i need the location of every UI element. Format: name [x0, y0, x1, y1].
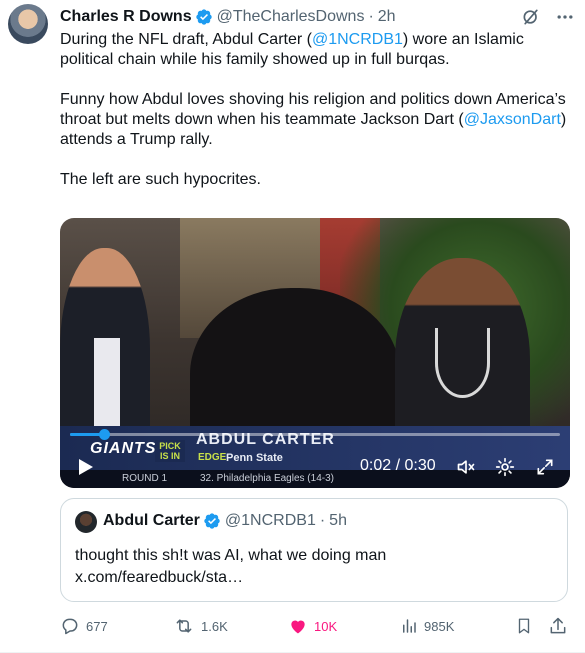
avatar[interactable] [8, 4, 48, 44]
quoted-author-name: Abdul Carter [103, 512, 200, 529]
play-icon[interactable] [78, 458, 94, 476]
quoted-timestamp: 5h [329, 512, 347, 529]
more-icon[interactable] [555, 7, 575, 27]
repost-count: 1.6K [201, 618, 228, 634]
separator: · [319, 512, 326, 529]
quoted-avatar[interactable] [75, 511, 97, 533]
tweet[interactable]: Charles R Downs @TheCharlesDowns · 2h Du… [0, 0, 585, 653]
like-button[interactable]: 10K [288, 616, 337, 636]
volume-icon[interactable] [455, 457, 477, 482]
ticker-round: ROUND 1 [122, 473, 168, 484]
quoted-text: thought this sh!t was AI, what we doing … [75, 547, 387, 586]
video-chain [435, 328, 490, 398]
video-timecode: 0:02 / 0:30 [360, 457, 436, 474]
ticker-next-pick: 32. Philadelphia Eagles (14-3) [200, 473, 334, 484]
tweet-paragraph-1: During the NFL draft, Abdul Carter (@1NC… [60, 31, 524, 68]
header-actions [521, 6, 575, 28]
like-count: 10K [314, 618, 338, 634]
quoted-tweet[interactable]: Abdul Carter @1NCRDB1 · 5h thought this … [60, 498, 568, 602]
tweet-paragraph-2: Funny how Abdul loves shoving his religi… [60, 91, 567, 148]
separator: · [368, 8, 374, 25]
fullscreen-icon[interactable] [535, 457, 555, 482]
reply-count: 677 [86, 618, 108, 634]
tweet-header: Charles R Downs @TheCharlesDowns · 2h [60, 6, 575, 28]
repost-icon [176, 619, 192, 633]
reply-icon [62, 618, 78, 635]
video-player[interactable]: GIANTS PICK IS IN ABDUL CARTER EDGE Penn… [60, 218, 570, 488]
views-button[interactable]: 985K [400, 616, 454, 636]
settings-icon[interactable] [495, 457, 515, 482]
verified-icon [195, 8, 213, 26]
quoted-header: Abdul Carter @1NCRDB1 · 5h [103, 512, 347, 530]
player-position: EDGE [198, 452, 227, 463]
quoted-author-handle: @1NCRDB1 [224, 512, 316, 529]
mention-link[interactable]: @JaxsonDart [464, 111, 561, 128]
repost-button[interactable]: 1.6K [173, 616, 228, 636]
mention-link[interactable]: @1NCRDB1 [312, 31, 403, 48]
pick-badge: PICK IS IN [155, 440, 185, 462]
draft-ticker: ROUND 1 32. Philadelphia Eagles (14-3) [60, 470, 570, 488]
bookmark-icon [518, 618, 530, 634]
tweet-text: During the NFL draft, Abdul Carter (@1NC… [60, 30, 575, 190]
player-school: Penn State [226, 452, 283, 464]
verified-icon [203, 512, 221, 530]
team-name: GIANTS [90, 440, 157, 457]
grok-icon[interactable] [521, 7, 541, 27]
tweet-paragraph-3: The left are such hypocrites. [60, 171, 261, 188]
action-bar: 677 1.6K 10K 985K [60, 616, 570, 640]
like-icon [291, 620, 305, 634]
views-icon [403, 619, 416, 633]
author-handle[interactable]: @TheCharlesDowns [217, 8, 365, 26]
bookmark-button[interactable] [515, 616, 533, 636]
reply-button[interactable]: 677 [60, 616, 108, 636]
timestamp[interactable]: 2h [378, 8, 396, 26]
video-progress-bar[interactable] [70, 429, 560, 440]
share-icon [550, 617, 566, 634]
share-button[interactable] [548, 616, 568, 636]
author-name[interactable]: Charles R Downs [60, 8, 192, 26]
views-count: 985K [424, 618, 455, 634]
